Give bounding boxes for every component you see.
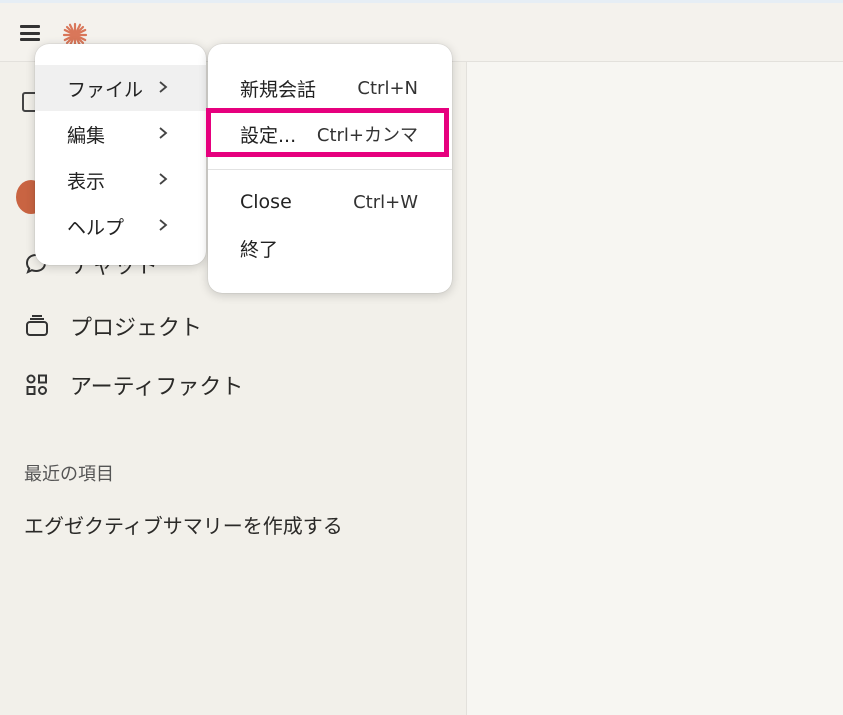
shortcut-label: Ctrl+カンマ xyxy=(316,125,418,146)
submenu-item-label: Close xyxy=(240,191,292,213)
submenu-item-label: 新規会話 xyxy=(240,78,317,101)
menu-item-label: 編集 xyxy=(67,124,106,147)
sidebar-item-projects[interactable]: プロジェクト xyxy=(24,310,202,342)
project-box-icon xyxy=(26,315,48,336)
recent-item[interactable]: エグゼクティブサマリーを作成する xyxy=(24,510,343,539)
main-area xyxy=(467,62,843,715)
chevron-right-icon xyxy=(159,219,168,231)
app-menu: ファイル 編集 表示 ヘルプ xyxy=(35,44,206,265)
artifacts-icon xyxy=(26,374,47,395)
app-window: チャット プロジェクト アーティファクト 最近の項目 エグゼクティブサマリーを作… xyxy=(0,0,843,715)
submenu-item-label: 終了 xyxy=(240,238,279,261)
menu-item-label: ヘルプ xyxy=(67,216,125,239)
menu-separator xyxy=(208,169,452,170)
file-submenu: 新規会話 Ctrl+N 設定... Ctrl+カンマ Close Ctrl+W … xyxy=(208,44,452,293)
sidebar-item-artifacts[interactable]: アーティファクト xyxy=(24,369,243,401)
menu-item-view[interactable]: 表示 xyxy=(35,157,206,203)
hamburger-icon[interactable] xyxy=(20,25,40,41)
sidebar-item-label: プロジェクト xyxy=(70,316,203,341)
submenu-item-settings[interactable]: 設定... Ctrl+カンマ xyxy=(208,111,452,157)
menu-item-label: 表示 xyxy=(67,170,106,193)
submenu-item-label: 設定... xyxy=(240,124,297,147)
recent-section-title: 最近の項目 xyxy=(24,464,114,485)
chevron-right-icon xyxy=(159,173,168,185)
submenu-item-quit[interactable]: 終了 xyxy=(208,225,452,271)
menu-item-label: ファイル xyxy=(67,78,144,101)
shortcut-label: Ctrl+N xyxy=(357,77,418,99)
menu-item-file[interactable]: ファイル xyxy=(35,65,206,111)
shortcut-label: Ctrl+W xyxy=(353,191,418,213)
submenu-item-new-conversation[interactable]: 新規会話 Ctrl+N xyxy=(208,65,452,111)
submenu-item-close[interactable]: Close Ctrl+W xyxy=(208,179,452,225)
menu-item-edit[interactable]: 編集 xyxy=(35,111,206,157)
sidebar-item-label: アーティファクト xyxy=(70,375,244,400)
menu-item-help[interactable]: ヘルプ xyxy=(35,203,206,249)
chevron-right-icon xyxy=(159,127,168,139)
chevron-right-icon xyxy=(159,81,168,93)
